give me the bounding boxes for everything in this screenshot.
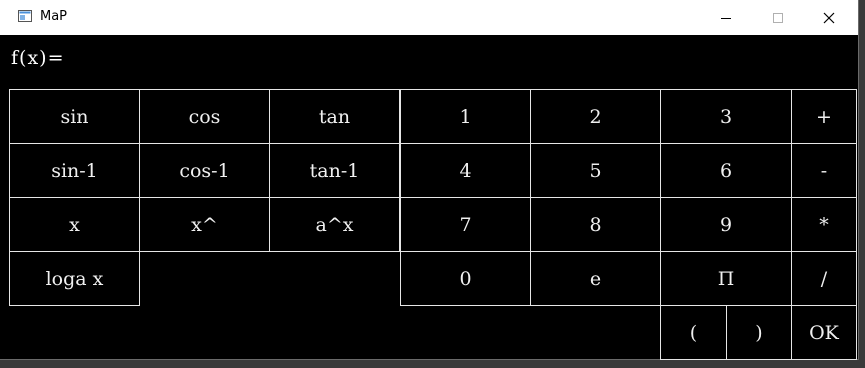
key-x[interactable]: x — [9, 197, 140, 252]
app-icon — [18, 10, 32, 22]
key-3[interactable]: 3 — [660, 89, 792, 144]
key-minus[interactable]: - — [791, 143, 857, 198]
title-bar: MaP — [0, 0, 858, 35]
key-atan[interactable]: tan-1 — [269, 143, 400, 198]
key-7[interactable]: 7 — [400, 197, 531, 252]
key-ok[interactable]: OK — [791, 305, 857, 360]
key-e[interactable]: e — [530, 251, 661, 306]
minimize-button[interactable] — [703, 0, 749, 35]
expression-label: f(x)= — [11, 47, 65, 69]
minimize-icon — [721, 17, 731, 19]
close-icon — [823, 12, 835, 23]
key-asin[interactable]: sin-1 — [9, 143, 140, 198]
key-sin[interactable]: sin — [9, 89, 140, 144]
key-multiply[interactable]: * — [791, 197, 857, 252]
key-x-power[interactable]: x^ — [139, 197, 270, 252]
key-2[interactable]: 2 — [530, 89, 661, 144]
key-cos[interactable]: cos — [139, 89, 270, 144]
maximize-button[interactable] — [755, 0, 801, 35]
maximize-icon — [773, 12, 783, 23]
key-9[interactable]: 9 — [660, 197, 792, 252]
key-acos[interactable]: cos-1 — [139, 143, 270, 198]
key-right-paren[interactable]: ) — [726, 305, 792, 360]
key-pi[interactable]: Π — [660, 251, 792, 306]
key-6[interactable]: 6 — [660, 143, 792, 198]
key-0[interactable]: 0 — [400, 251, 531, 306]
key-8[interactable]: 8 — [530, 197, 661, 252]
app-window: MaP f(x)= sin cos tan 1 2 3 + sin-1 cos-… — [0, 0, 859, 360]
key-divide[interactable]: / — [791, 251, 857, 306]
key-plus[interactable]: + — [791, 89, 857, 144]
key-1[interactable]: 1 — [400, 89, 531, 144]
key-5[interactable]: 5 — [530, 143, 661, 198]
key-a-power-x[interactable]: a^x — [269, 197, 400, 252]
key-4[interactable]: 4 — [400, 143, 531, 198]
key-left-paren[interactable]: ( — [660, 305, 727, 360]
key-loga[interactable]: loga x — [9, 251, 140, 306]
close-button[interactable] — [806, 0, 852, 35]
key-tan[interactable]: tan — [269, 89, 400, 144]
window-title: MaP — [40, 9, 68, 24]
